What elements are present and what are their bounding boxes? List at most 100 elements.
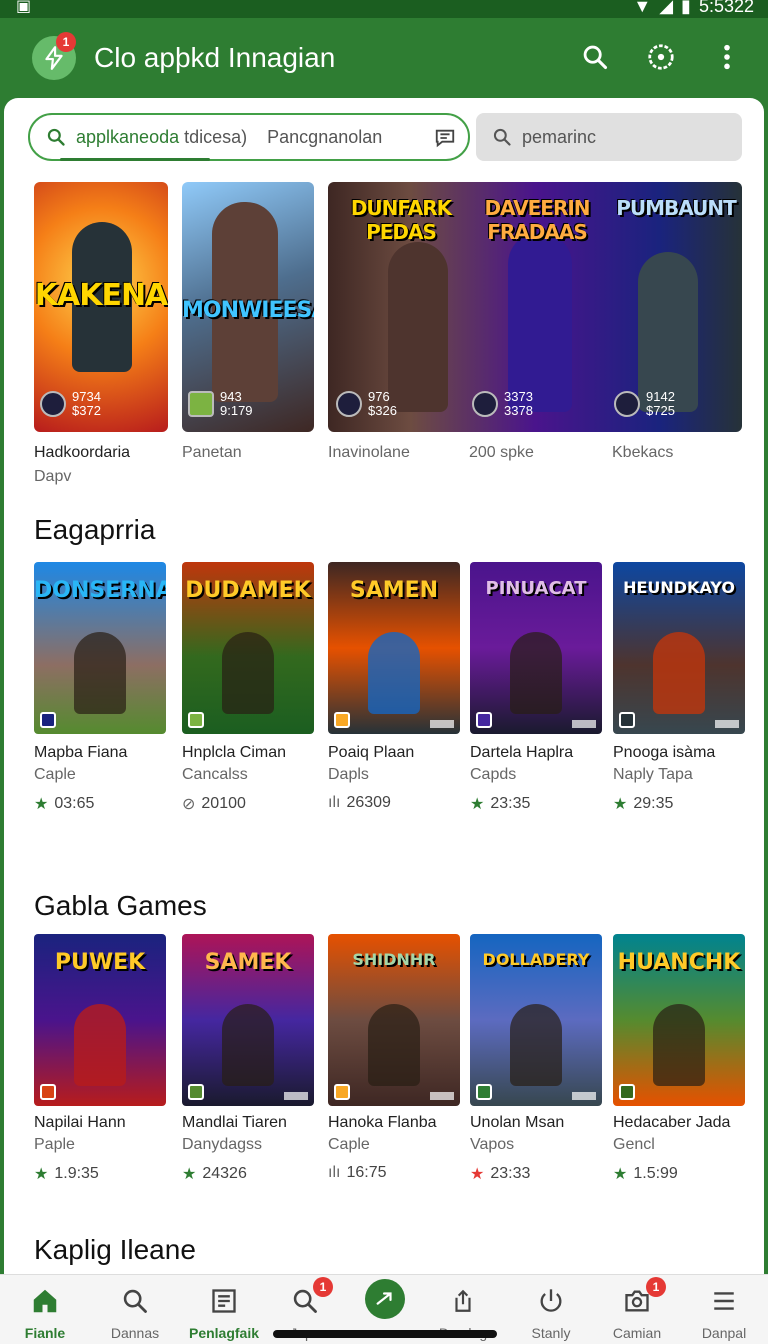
game-card[interactable]: DUDAMEK	[182, 562, 314, 734]
game-rating: ★ 29:35	[613, 795, 674, 813]
game-card[interactable]: SHIDNHR	[328, 934, 460, 1106]
featured-art-title: DUNFARK PEDAS	[350, 196, 452, 244]
character-art	[653, 632, 705, 714]
character-art	[653, 1004, 705, 1086]
nav-item-menu[interactable]: Danpal	[681, 1275, 767, 1344]
check-icon	[188, 391, 214, 417]
search-icon	[493, 128, 511, 146]
game-art-title: SHIDNHR	[352, 950, 436, 969]
game-card[interactable]: HUANCHK	[613, 934, 745, 1106]
star-icon: ★	[182, 1166, 197, 1183]
featured-art-title: MONWIEESA	[182, 298, 314, 323]
search-input[interactable]: applkaneoda tdicesa) Pancgnanolan	[28, 113, 470, 161]
search-icon	[583, 45, 608, 70]
character-art	[638, 252, 698, 412]
game-card[interactable]: DOLLADERY	[470, 934, 602, 1106]
featured-label: Inavinolane	[328, 444, 410, 461]
featured-stats: 3373 3378	[472, 390, 533, 418]
home-indicator[interactable]	[273, 1330, 497, 1338]
menu-icon	[714, 1292, 734, 1310]
featured-card[interactable]: MONWIEESA 943 9:179	[182, 182, 314, 432]
star-icon: ★	[470, 1166, 485, 1183]
character-art	[222, 632, 274, 714]
game-developer: Caple	[34, 766, 76, 783]
game-rating: ⊘ 20100	[182, 795, 246, 813]
news-icon	[212, 1289, 236, 1313]
search-button[interactable]	[578, 40, 612, 74]
game-name[interactable]: Hedacaber Jada	[613, 1114, 730, 1132]
search-suffix: Pancgnanolan	[267, 126, 383, 147]
game-art-title: PINUACAT	[485, 578, 587, 599]
download-count-icon: ⊘	[182, 796, 196, 813]
nav-item-camera[interactable]: 1 Camian	[594, 1275, 680, 1344]
star-icon: ★	[613, 796, 628, 813]
game-badge-icon	[40, 712, 56, 728]
featured-card[interactable]: KAKENA 9734 $372	[34, 182, 168, 432]
game-developer: Paple	[34, 1136, 75, 1153]
game-art-title: HUANCHK	[617, 950, 741, 975]
featured-art-title: KAKENA	[34, 278, 168, 313]
character-art	[388, 242, 448, 412]
game-card[interactable]: SAMEK	[182, 934, 314, 1106]
wifi-icon: ▼	[633, 0, 652, 16]
screenshot-icon: ▣	[16, 0, 32, 15]
send-icon	[376, 1292, 392, 1305]
game-name[interactable]: Dartela Haplra	[470, 744, 573, 762]
game-developer: Vapos	[470, 1136, 515, 1153]
game-rating: ★ 23:33	[470, 1165, 531, 1183]
game-developer: Caple	[328, 1136, 370, 1153]
publisher-tag	[572, 720, 596, 728]
game-art-title: SAMEN	[349, 578, 439, 603]
game-name[interactable]: Mapba Fiana	[34, 744, 127, 762]
character-art	[74, 632, 126, 714]
featured-stats: 943 9:179	[188, 390, 253, 418]
search-icon	[47, 128, 65, 146]
game-badge-icon	[476, 712, 492, 728]
featured-banner-wide[interactable]: DUNFARK PEDAS DAVEERIN FRADAAS PUMBAUNT …	[328, 182, 742, 432]
notification-badge: 1	[56, 32, 76, 52]
thumb-icon: ılı	[328, 1164, 341, 1181]
section-title: Eagaprria	[34, 514, 156, 545]
game-name[interactable]: Poaiq Plaan	[328, 744, 414, 762]
nav-item-power[interactable]: Stanly	[508, 1275, 594, 1344]
nav-item-home[interactable]: Fianle	[2, 1275, 88, 1344]
featured-label: 200 spke	[469, 444, 534, 461]
more-options-button[interactable]	[710, 40, 744, 74]
game-name[interactable]: Mandlai Tiaren	[182, 1114, 287, 1132]
section-title: Gabla Games	[34, 890, 207, 921]
featured-label: Hadkoordaria	[34, 444, 131, 461]
game-name[interactable]: Unolan Msan	[470, 1114, 564, 1132]
discover-button[interactable]	[644, 40, 678, 74]
featured-art-title: PUMBAUNT	[616, 196, 737, 220]
secondary-search-input[interactable]: pemarinc	[476, 113, 742, 161]
more-vert-icon	[724, 44, 730, 70]
featured-stats: 976 $326	[336, 390, 397, 418]
chat-icon[interactable]	[434, 127, 456, 154]
game-name[interactable]: Hanoka Flanba	[328, 1114, 437, 1132]
featured-stats: 9142 $725	[614, 390, 675, 418]
game-art-title: SAMEK	[204, 950, 292, 975]
game-name[interactable]: Hnplcla Ciman	[182, 744, 286, 762]
search-focus-underline	[60, 158, 210, 161]
game-developer: Dapls	[328, 766, 369, 783]
featured-label: Panetan	[182, 444, 242, 461]
game-name[interactable]: Napilai Hann	[34, 1114, 126, 1132]
game-rating: ★ 1.5:99	[613, 1165, 678, 1183]
nav-item-search[interactable]: Dannas	[92, 1275, 178, 1344]
game-card[interactable]: DONSERNA	[34, 562, 166, 734]
featured-sublabel: Dapv	[34, 468, 72, 485]
nav-item-news[interactable]: Penlagfaik	[181, 1275, 267, 1344]
game-card[interactable]: SAMEN	[328, 562, 460, 734]
search-query: applkaneoda tdicesa)	[76, 126, 248, 147]
game-name[interactable]: Pnooga isàma	[613, 744, 715, 762]
status-icons: ▼ ◢ ▮ 5:5322	[633, 0, 754, 17]
game-card[interactable]: PINUACAT	[470, 562, 602, 734]
featured-label: Kbekacs	[612, 444, 674, 461]
player-avatar-icon	[336, 391, 362, 417]
game-card[interactable]: PUWEK	[34, 934, 166, 1106]
star-icon: ★	[613, 1166, 628, 1183]
game-rating: ★ 03:65	[34, 795, 95, 813]
game-card[interactable]: HEUNDKAYO	[613, 562, 745, 734]
game-badge-icon	[334, 1084, 350, 1100]
secondary-search-placeholder: pemarinc	[522, 126, 597, 147]
